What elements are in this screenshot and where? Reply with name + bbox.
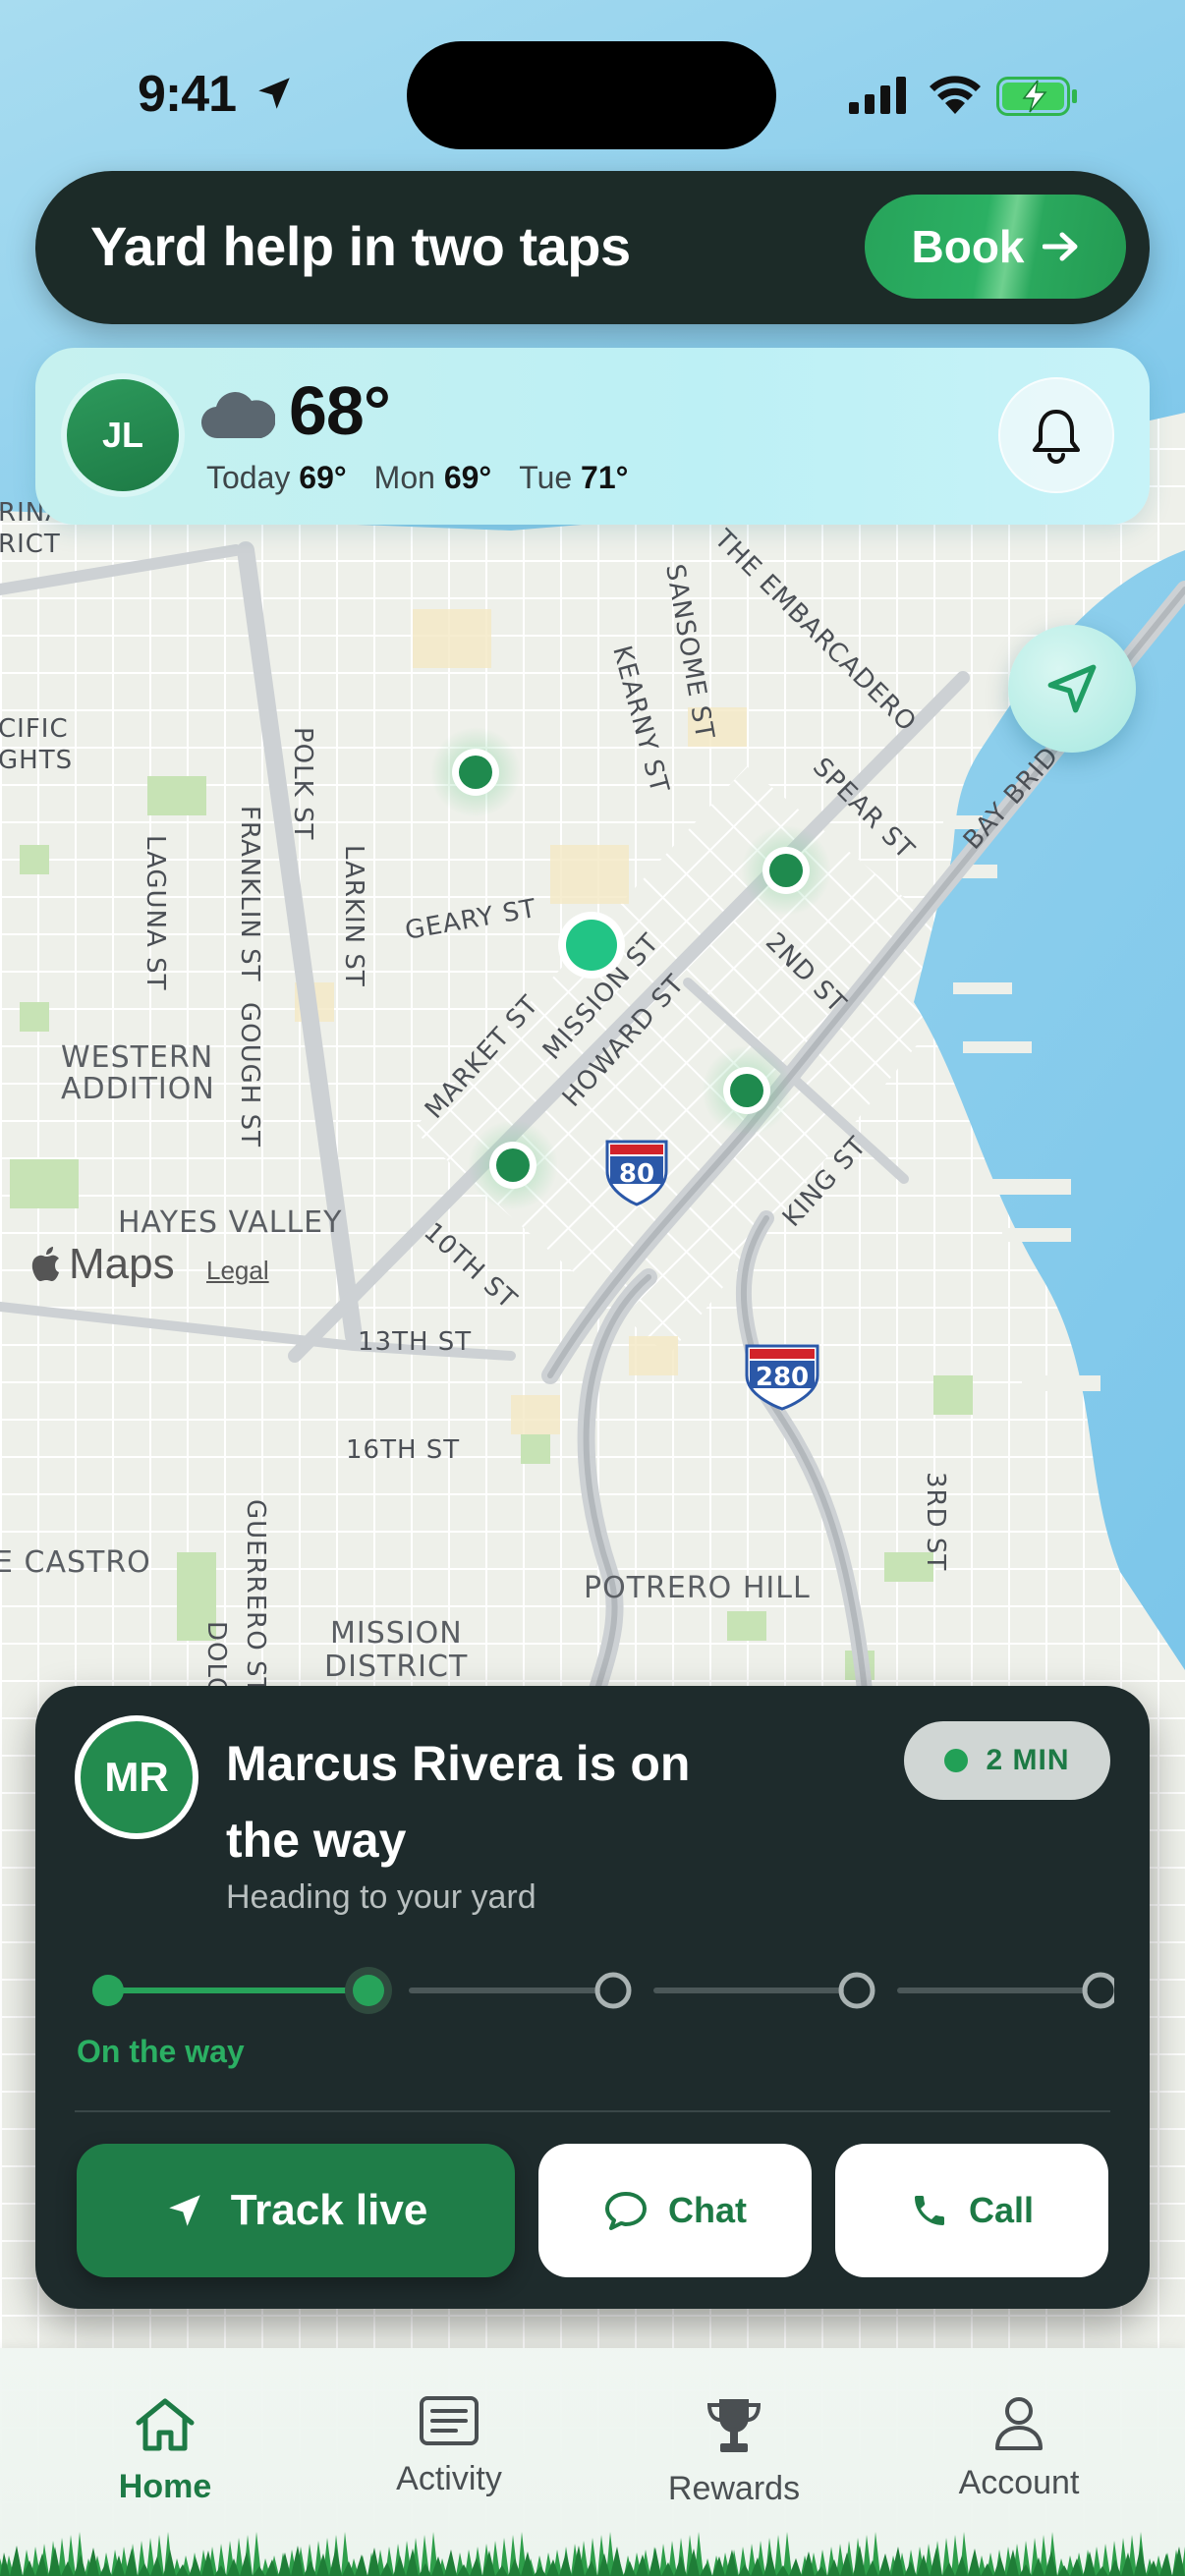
recenter-location-button[interactable] <box>1008 625 1136 753</box>
tab-home[interactable]: Home <box>47 2395 283 2506</box>
dynamic-island <box>407 41 776 149</box>
map-label-laguna: LAGUNA ST <box>141 835 170 990</box>
cloud-icon <box>201 392 275 439</box>
location-arrow-icon <box>1047 664 1097 713</box>
wifi-icon <box>930 76 981 114</box>
navigation-arrow-icon <box>168 2195 200 2226</box>
progress-step-node <box>594 1972 632 2009</box>
phone-icon <box>914 2196 944 2225</box>
i280-shield-label: 280 <box>756 1363 809 1392</box>
forecast-tue: Tue 71° <box>519 460 629 495</box>
notifications-button[interactable] <box>998 377 1114 493</box>
eta-badge: 2 MIN <box>904 1721 1110 1800</box>
current-temperature: 68° <box>289 372 391 449</box>
status-bar: 9:41 <box>0 0 1185 187</box>
eta-text: 2 MIN <box>986 1744 1070 1776</box>
progress-status-label: On the way <box>77 2034 245 2069</box>
tab-home-label: Home <box>118 2468 212 2505</box>
forecast-today: Today 69° <box>206 460 347 495</box>
track-live-label: Track live <box>230 2186 428 2234</box>
status-time: 9:41 <box>138 66 237 123</box>
map-label-franklin: FRANKLIN ST <box>235 806 264 982</box>
map-label-sixteenth: 16TH ST <box>346 1435 460 1465</box>
trophy-icon <box>706 2399 762 2452</box>
chat-bubble-icon <box>605 2192 647 2230</box>
progress-step-node <box>1082 1972 1114 2009</box>
map-label-hayes-valley: HAYES VALLEY <box>118 1205 342 1240</box>
book-button[interactable]: Book <box>865 195 1126 299</box>
provider-status-title: Marcus Rivera is on the way <box>226 1736 691 1868</box>
map-label-polk: POLK ST <box>288 727 317 840</box>
map-label-western-addition: WESTERN ADDITION <box>61 1040 215 1106</box>
battery-charging-icon <box>996 77 1077 116</box>
map-label-gough: GOUGH ST <box>235 1002 264 1148</box>
home-icon <box>136 2398 195 2451</box>
map-label-thirteenth: 13TH ST <box>358 1327 472 1357</box>
legal-link[interactable]: Legal <box>206 1256 269 1286</box>
location-arrow-icon <box>258 78 290 109</box>
tab-bar: Home Activity Rewards Account <box>0 2348 1185 2576</box>
activity-icon <box>420 2396 479 2445</box>
cellular-signal-icon <box>849 77 906 114</box>
tab-rewards[interactable]: Rewards <box>616 2395 852 2508</box>
grass-decoration <box>0 2532 1185 2576</box>
map-label-mission-district: MISSION DISTRICT <box>324 1616 468 1684</box>
map-label-potrero-hill: POTRERO HILL <box>584 1571 811 1605</box>
apple-logo-icon <box>31 1247 59 1281</box>
user-avatar[interactable]: JL <box>67 379 179 491</box>
map-label-guerrero: GUERRERO ST <box>241 1499 270 1694</box>
map-label-larkin: LARKIN ST <box>339 845 368 987</box>
call-label: Call <box>968 2190 1035 2230</box>
provider-status-subtitle: Heading to your yard <box>226 1878 536 1916</box>
promo-title: Yard help in two taps <box>90 215 631 277</box>
eta-status-dot <box>944 1749 969 1772</box>
maps-label: Maps <box>69 1240 175 1288</box>
user-avatar-initials: JL <box>101 415 143 455</box>
tab-account[interactable]: Account <box>901 2395 1137 2502</box>
eta-card: MR Marcus Rivera is on the way Heading t… <box>35 1686 1150 2309</box>
weather-card: JL 68° Today 69° Mon 69° Tue 71° <box>35 348 1150 525</box>
provider-avatar-initials: MR <box>104 1754 169 1800</box>
progress-step-node <box>353 1975 384 2006</box>
divider <box>75 2110 1110 2112</box>
arrow-right-icon <box>1042 232 1077 261</box>
progress-step-node <box>838 1972 875 2009</box>
progress-tracker <box>92 1967 1114 2014</box>
promo-banner: Yard help in two taps Book <box>35 171 1150 324</box>
tab-rewards-label: Rewards <box>667 2470 801 2507</box>
call-button[interactable]: Call <box>835 2144 1108 2277</box>
maps-attribution: Maps <box>29 1240 175 1289</box>
tab-activity-label: Activity <box>396 2460 502 2497</box>
i80-shield-label: 80 <box>619 1159 654 1189</box>
tab-activity[interactable]: Activity <box>331 2395 567 2498</box>
chat-button[interactable]: Chat <box>538 2144 812 2277</box>
map-label-castro: E CASTRO <box>0 1545 151 1580</box>
track-live-button[interactable]: Track live <box>77 2144 515 2277</box>
tab-account-label: Account <box>958 2464 1080 2501</box>
forecast-mon: Mon 69° <box>373 460 492 495</box>
book-button-label: Book <box>911 221 1025 272</box>
person-icon <box>995 2397 1043 2450</box>
map-label-third: 3RD ST <box>921 1472 950 1571</box>
bell-icon <box>1033 410 1080 464</box>
progress-step-node <box>92 1975 124 2006</box>
forecast-list: Today 69° Mon 69° Tue 71° <box>206 460 628 496</box>
provider-avatar[interactable]: MR <box>75 1715 198 1839</box>
chat-label: Chat <box>668 2190 747 2230</box>
